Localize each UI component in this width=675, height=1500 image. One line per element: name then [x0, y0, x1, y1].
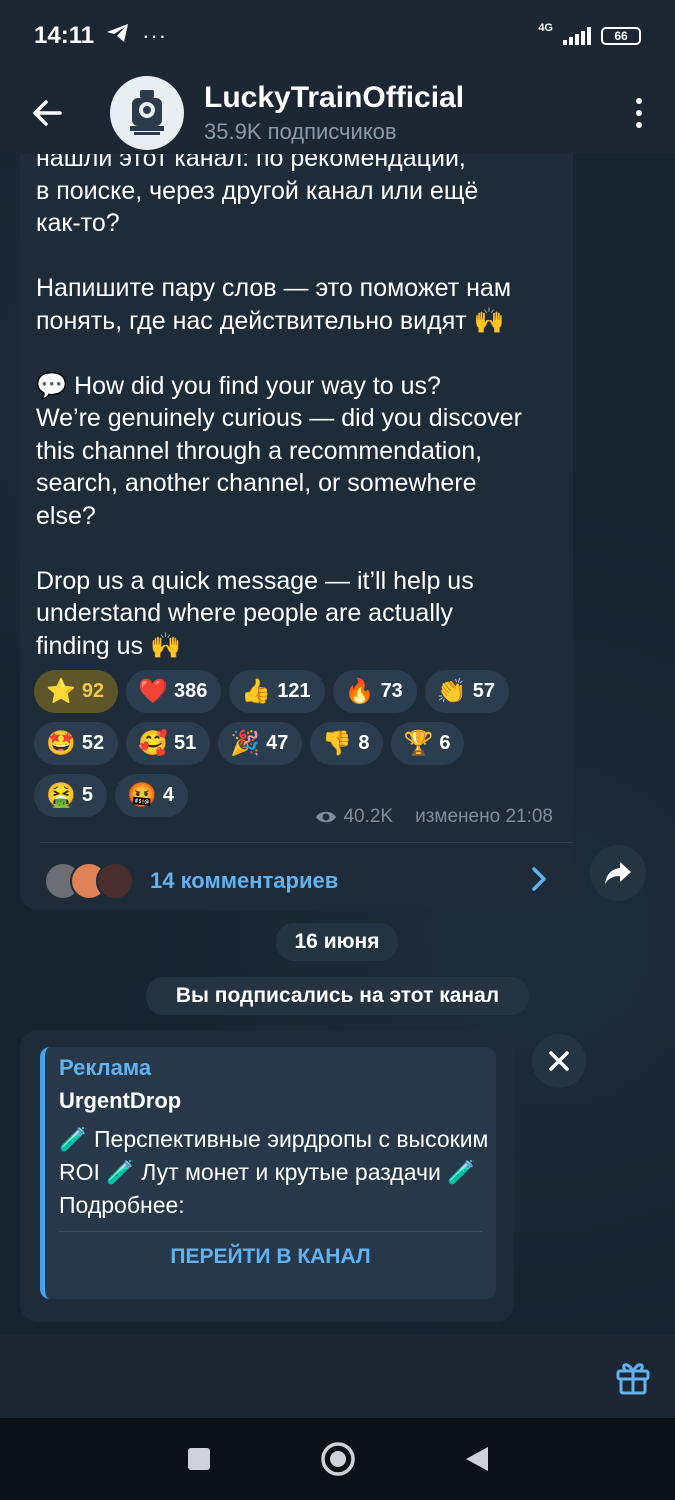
reaction-count: 47	[266, 732, 289, 754]
kebab-menu-button[interactable]	[629, 98, 649, 128]
reaction-count: 57	[472, 680, 495, 702]
reaction-count: 92	[81, 680, 105, 702]
reactions-row: ⭐ 92 ❤️ 386 👍 121 🔥 73 👏 57	[34, 670, 564, 713]
reaction-count: 386	[174, 680, 208, 702]
status-bar: 14:11 ··· 4G 66	[0, 0, 675, 72]
channel-title[interactable]: LuckyTrainOfficial	[204, 81, 464, 115]
subscriber-count: 35.9K подписчиков	[204, 119, 397, 144]
reaction-count: 8	[358, 732, 370, 754]
reaction-emoji: 🤮	[46, 781, 76, 809]
ad-channel-name: UrgentDrop	[59, 1088, 182, 1113]
sponsored-message[interactable]: Реклама UrgentDrop 🧪 Перспективные эирдр…	[20, 1030, 514, 1322]
reactions-row: 🤩 52 🥰 51 🎉 47 👎 8 🏆 6	[34, 722, 564, 765]
reaction-emoji: 🤩	[46, 729, 76, 757]
reaction-count: 121	[277, 680, 311, 702]
close-ad-button[interactable]	[532, 1034, 586, 1088]
reaction-count: 51	[174, 732, 197, 754]
divider	[40, 842, 573, 843]
train-logo-icon	[118, 84, 176, 142]
reaction-chip[interactable]: 🤩 52	[34, 722, 119, 765]
reaction-chip[interactable]: 🤬 4	[115, 774, 189, 817]
reaction-chip[interactable]: 🥰 51	[126, 722, 211, 765]
reaction-emoji: 🥰	[138, 729, 169, 757]
close-icon	[549, 1051, 569, 1071]
channel-avatar[interactable]	[110, 76, 184, 150]
post-text: нашли этот канал: по рекомендации, в пои…	[36, 144, 522, 660]
reaction-chip[interactable]: 👏 57	[424, 670, 509, 713]
recents-square-icon[interactable]	[186, 1446, 212, 1472]
system-nav-bar	[0, 1418, 675, 1500]
reaction-chip[interactable]: 🔥 73	[332, 670, 417, 713]
reaction-emoji: 🤬	[127, 781, 157, 809]
reaction-emoji: 👎	[322, 729, 353, 757]
reaction-emoji: 👍	[241, 677, 272, 705]
commenter-avatar	[96, 862, 134, 900]
network-type: 4G	[538, 22, 553, 34]
reaction-chip[interactable]: 👍 121	[229, 670, 325, 713]
gift-button[interactable]	[613, 1357, 653, 1397]
bottom-panel	[0, 1335, 675, 1418]
eye-icon	[316, 811, 337, 823]
gift-icon	[616, 1363, 650, 1395]
back-triangle-icon[interactable]	[464, 1445, 490, 1473]
share-button[interactable]	[590, 845, 646, 901]
date-separator: 16 июня	[276, 923, 398, 961]
reaction-emoji: 🏆	[403, 729, 434, 757]
paper-plane-icon	[106, 22, 130, 50]
reaction-count: 4	[162, 784, 175, 806]
back-button[interactable]	[22, 88, 72, 138]
reaction-emoji: ⭐	[46, 677, 76, 705]
battery-icon: 66	[601, 27, 641, 45]
reaction-chip[interactable]: 🏆 6	[391, 722, 465, 765]
comments-button[interactable]: 14 комментариев	[44, 853, 561, 909]
reaction-chip[interactable]: 👎 8	[310, 722, 384, 765]
chevron-right-icon	[531, 866, 547, 897]
post-meta: 40.2K изменено 21:08	[315, 806, 553, 828]
reaction-count: 6	[439, 732, 451, 754]
reaction-chip[interactable]: ❤️ 386	[126, 670, 222, 713]
reaction-count: 5	[81, 784, 94, 806]
reaction-chip[interactable]: 🤮 5	[34, 774, 108, 817]
ad-card[interactable]: Реклама UrgentDrop 🧪 Перспективные эирдр…	[40, 1047, 496, 1299]
arrow-left-icon	[33, 100, 62, 126]
status-time: 14:11	[34, 22, 95, 49]
notification-more-icon: ···	[142, 23, 168, 48]
reaction-chip[interactable]: 🎉 47	[218, 722, 303, 765]
ad-text: 🧪 Перспективные эирдропы с высоким ROI 🧪…	[59, 1126, 489, 1218]
reaction-emoji: 👏	[436, 677, 467, 705]
chat-header: LuckyTrainOfficial 35.9K подписчиков	[0, 72, 675, 154]
reaction-emoji: 🔥	[344, 677, 375, 705]
reaction-count: 73	[380, 680, 403, 702]
edited-label: изменено 21:08	[415, 806, 553, 827]
views-count: 40.2K	[343, 806, 394, 827]
reaction-emoji: ❤️	[138, 677, 169, 705]
reaction-count: 52	[81, 732, 105, 754]
service-message: Вы подписались на этот канал	[146, 977, 529, 1015]
divider	[59, 1231, 482, 1232]
ad-label: Реклама	[59, 1055, 152, 1080]
share-arrow-icon	[605, 862, 631, 884]
reaction-emoji: 🎉	[230, 729, 261, 757]
comments-label: 14 комментариев	[150, 868, 339, 893]
reactions-bar: ⭐ 92 ❤️ 386 👍 121 🔥 73 👏 57 🤩 52 🥰 51 🎉 47 👎 8 🏆 6 🤮 5 🤬 4	[34, 670, 564, 826]
home-circle-icon[interactable]	[320, 1441, 356, 1477]
reaction-chip[interactable]: ⭐ 92	[34, 670, 119, 713]
post-bubble[interactable]: нашли этот канал: по рекомендации, в пои…	[20, 118, 573, 910]
signal-icon	[563, 27, 591, 45]
go-to-channel-button[interactable]: ПЕРЕЙТИ В КАНАЛ	[45, 1245, 496, 1269]
